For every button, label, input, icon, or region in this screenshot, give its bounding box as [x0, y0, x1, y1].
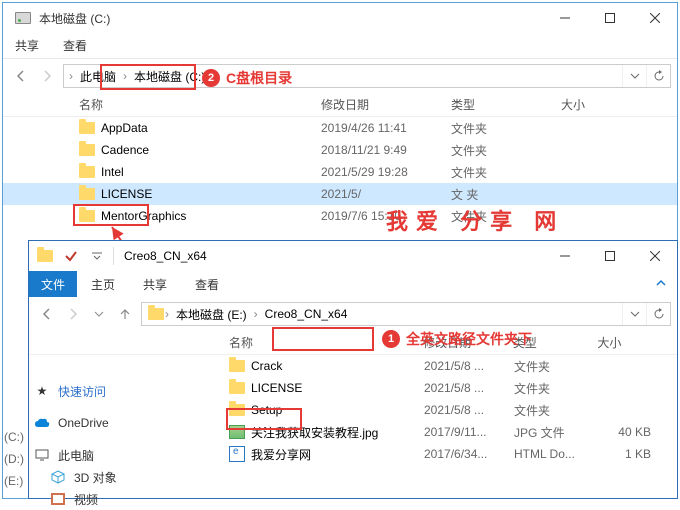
dropdown-button[interactable] [622, 65, 646, 87]
annotation-2: 2 C盘根目录 [202, 68, 292, 88]
window-controls [542, 3, 677, 33]
overflow-icon[interactable] [87, 246, 107, 266]
address-bar: › 此电脑 › 本地磁盘 (C:) › [3, 59, 677, 93]
recent-button[interactable] [87, 302, 111, 326]
folder-icon [79, 144, 95, 156]
maximize-button[interactable] [587, 241, 632, 271]
cloud-icon [34, 415, 50, 431]
list-item[interactable]: AppData2019/4/26 11:41文件夹 [3, 117, 677, 139]
column-headers: 名称 修改日期 类型 大小 [3, 93, 677, 117]
drive-icon [15, 10, 31, 26]
image-icon [229, 425, 245, 439]
maximize-button[interactable] [587, 3, 632, 33]
annotation-1: 1 全英文路径文件夹下 [382, 329, 532, 349]
sidebar-item-3d[interactable]: 3D 对象 [34, 466, 174, 488]
sidebar-item-onedrive[interactable]: OneDrive [34, 412, 174, 434]
sidebar-item-video[interactable]: 视频 [34, 488, 174, 510]
chevron-right-icon: › [69, 69, 73, 83]
address-bar: › 本地磁盘 (E:) › Creo8_CN_x64 [29, 297, 677, 331]
ribbon-expand-icon[interactable] [655, 277, 667, 292]
menu-view[interactable]: 查看 [63, 37, 87, 54]
back-button[interactable] [9, 64, 33, 88]
folder-icon [79, 188, 95, 200]
col-size[interactable]: 大小 [597, 334, 677, 351]
folder-icon [79, 166, 95, 178]
titlebar[interactable]: 本地磁盘 (C:) [3, 3, 677, 33]
star-icon: ★ [34, 383, 50, 399]
list-item[interactable]: Cadence2018/11/21 9:49文件夹 [3, 139, 677, 161]
quick-access-toolbar: Creo8_CN_x64 [29, 241, 677, 271]
folder-icon [148, 308, 164, 320]
check-icon[interactable] [61, 246, 81, 266]
crumb-drive[interactable]: 本地磁盘 (E:) [170, 303, 253, 325]
chevron-right-icon: › [254, 307, 258, 321]
window-title: Creo8_CN_x64 [124, 249, 207, 263]
sidebar: ★快速访问 OneDrive 此电脑 3D 对象 视频 [34, 380, 174, 510]
html-icon [229, 446, 245, 462]
list-item[interactable]: Crack2021/5/8 ...文件夹 [29, 355, 677, 377]
cube-icon [50, 469, 66, 485]
crumb-pc[interactable]: 此电脑 [74, 65, 122, 87]
forward-button[interactable] [35, 64, 59, 88]
folder-icon [79, 210, 95, 222]
badge-2: 2 [202, 69, 220, 87]
sidebar-item-pc[interactable]: 此电脑 [34, 444, 174, 466]
tab-home[interactable]: 主页 [77, 272, 129, 297]
up-button[interactable] [113, 302, 137, 326]
sidebar-item-quick[interactable]: ★快速访问 [34, 380, 174, 402]
crumb-folder[interactable]: Creo8_CN_x64 [259, 303, 354, 325]
minimize-button[interactable] [542, 241, 587, 271]
folder-icon [229, 404, 245, 416]
ribbon-tabs: 文件 主页 共享 查看 [29, 271, 677, 297]
address-box[interactable]: › 此电脑 › 本地磁盘 (C:) › [63, 64, 671, 88]
badge-1: 1 [382, 330, 400, 348]
back-button[interactable] [35, 302, 59, 326]
folder-small-icon[interactable] [35, 246, 55, 266]
drive-letter-e: (E:) [4, 474, 23, 488]
refresh-button[interactable] [646, 65, 670, 87]
close-button[interactable] [632, 3, 677, 33]
list-item[interactable]: MentorGraphics2019/7/6 15:10文件夹 [3, 205, 677, 227]
col-type[interactable]: 类型 [451, 96, 561, 113]
list-item-license[interactable]: LICENSE2021/5/文 夹 [3, 183, 677, 205]
drive-letter-c: (C:) [4, 430, 24, 444]
folder-icon [229, 360, 245, 372]
forward-button[interactable] [61, 302, 85, 326]
window-title: 本地磁盘 (C:) [39, 10, 542, 27]
col-size[interactable]: 大小 [561, 96, 641, 113]
dropdown-button[interactable] [622, 303, 646, 325]
close-button[interactable] [632, 241, 677, 271]
folder-icon [229, 382, 245, 394]
file-tab[interactable]: 文件 [29, 271, 77, 297]
chevron-right-icon: › [165, 307, 169, 321]
menu-share[interactable]: 共享 [15, 37, 39, 54]
file-list: AppData2019/4/26 11:41文件夹 Cadence2018/11… [3, 117, 677, 227]
tab-share[interactable]: 共享 [129, 272, 181, 297]
folder-icon [79, 122, 95, 134]
menubar: 共享 查看 [3, 33, 677, 59]
minimize-button[interactable] [542, 3, 587, 33]
column-headers: 名称 修改日期 类型 大小 [29, 331, 677, 355]
video-icon [50, 491, 66, 507]
crumb-drive[interactable]: 本地磁盘 (C:) [128, 65, 211, 87]
pc-icon [34, 447, 50, 463]
tab-view[interactable]: 查看 [181, 272, 233, 297]
col-date[interactable]: 修改日期 [321, 96, 451, 113]
list-item[interactable]: Intel2021/5/29 19:28文件夹 [3, 161, 677, 183]
drive-letter-d: (D:) [4, 452, 24, 466]
refresh-button[interactable] [646, 303, 670, 325]
chevron-right-icon: › [123, 69, 127, 83]
col-name[interactable]: 名称 [79, 96, 321, 113]
address-box[interactable]: › 本地磁盘 (E:) › Creo8_CN_x64 [141, 302, 671, 326]
